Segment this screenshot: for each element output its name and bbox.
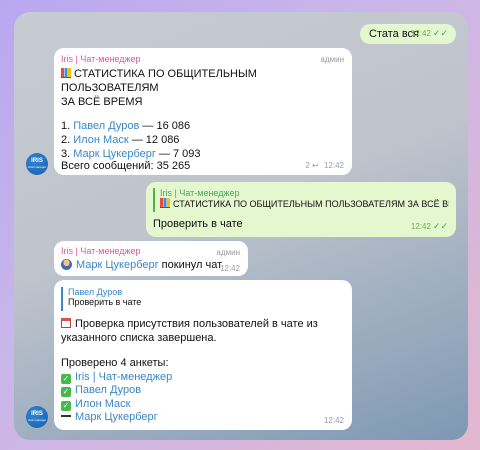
list-item: ✓ Илон Маск [61, 398, 172, 412]
calendar-icon [61, 318, 71, 328]
list-item: ✓ Iris | Чат-менеджер [61, 371, 172, 385]
message-time: 12:42 [219, 264, 240, 273]
user-link[interactable]: Марк Цукерберг [73, 148, 156, 160]
check-mark-icon: ✓ [61, 400, 71, 411]
total-messages: Всего сообщений: 35 265 [61, 160, 191, 172]
bar-chart-icon [61, 68, 71, 78]
stats-title: СТАТИСТИКА ПО ОБЩИТЕЛЬНЫМ ПОЛЬЗОВАТЕЛЯМ … [61, 68, 257, 108]
outgoing-reply-message[interactable]: Iris | Чат-менеджер СТАТИСТИКА ПО ОБЩИТЕ… [146, 182, 456, 237]
outgoing-message[interactable]: Стата вся 12:42 ✓✓ [360, 24, 456, 44]
quote-text: СТАТИСТИКА ПО ОБЩИТЕЛЬНЫМ ПОЛЬЗОВАТЕЛЯМ … [160, 198, 449, 209]
message-meta: 2 ↩ 12:42 [305, 161, 344, 170]
user-link[interactable]: Илон Маск [73, 134, 128, 146]
stats-message[interactable]: Iris | Чат-менеджер админ СТАТИСТИКА ПО … [54, 48, 352, 175]
user-link[interactable]: Павел Дуров [73, 120, 139, 132]
list-item: 1. Павел Дуров — 16 086 [61, 120, 191, 132]
list-item: 2. Илон Маск — 12 086 [61, 134, 180, 146]
quote-text: Проверить в чате [68, 297, 142, 307]
left-chat-text: Марк Цукерберг покинул чат [61, 259, 222, 271]
check-mark-icon: ✓ [61, 373, 71, 384]
reply-quote[interactable]: Павел Дуров Проверить в чате [61, 287, 343, 311]
list-item: Марк Цукерберг [61, 411, 172, 425]
service-message[interactable]: Iris | Чат-менеджер админ Марк Цукерберг… [54, 241, 248, 276]
sender-role: админ [216, 248, 240, 257]
user-link[interactable]: Илон Маск [75, 398, 130, 410]
sender-role: админ [320, 55, 344, 64]
user-link[interactable]: Iris | Чат-менеджер [75, 371, 172, 383]
bot-avatar[interactable]: IRIS chat manager [26, 153, 48, 175]
check-result-message[interactable]: Павел Дуров Проверить в чате Проверка пр… [54, 280, 352, 430]
person-icon [61, 259, 72, 270]
message-time: 12:42 ✓✓ [410, 221, 448, 231]
user-link[interactable]: Павел Дуров [75, 384, 141, 396]
list-item: ✓ Павел Дуров [61, 384, 172, 398]
checked-count: Проверено 4 анкеты: [61, 357, 169, 369]
message-time: 12:42 ✓✓ [410, 28, 448, 38]
message-time: 12:42 [323, 416, 344, 425]
user-link[interactable]: Марк Цукерберг [75, 411, 158, 423]
reply-quote[interactable]: Iris | Чат-менеджер СТАТИСТИКА ПО ОБЩИТЕ… [153, 188, 449, 212]
message-sender[interactable]: Iris | Чат-менеджер [61, 246, 141, 256]
user-link[interactable]: Марк Цукерберг [76, 259, 159, 271]
quote-sender: Павел Дуров [68, 287, 123, 297]
quote-sender: Iris | Чат-менеджер [160, 188, 240, 198]
double-check-icon: ✓✓ [432, 221, 448, 231]
minus-icon [61, 411, 71, 421]
message-text: Проверить в чате [153, 218, 243, 230]
message-sender[interactable]: Iris | Чат-менеджер [61, 54, 141, 64]
replies-count[interactable]: 2 [305, 161, 309, 170]
bar-chart-icon [160, 198, 170, 208]
chat-window: Стата вся 12:42 ✓✓ Iris | Чат-менеджер ад… [14, 12, 468, 440]
list-item: 3. Марк Цукерберг — 7 093 [61, 148, 201, 160]
bot-avatar[interactable]: IRIS chat manager [26, 406, 48, 428]
stats-list: 1. Павел Дуров — 16 086 2. Илон Маск — 1… [61, 119, 201, 161]
reply-arrow-icon: ↩ [312, 161, 319, 170]
result-body: Проверка присутствия пользователей в чат… [61, 318, 318, 344]
check-mark-icon: ✓ [61, 387, 71, 397]
double-check-icon: ✓✓ [432, 28, 448, 38]
result-list: Проверено 4 анкеты: ✓ Iris | Чат-менеджер… [61, 357, 172, 425]
